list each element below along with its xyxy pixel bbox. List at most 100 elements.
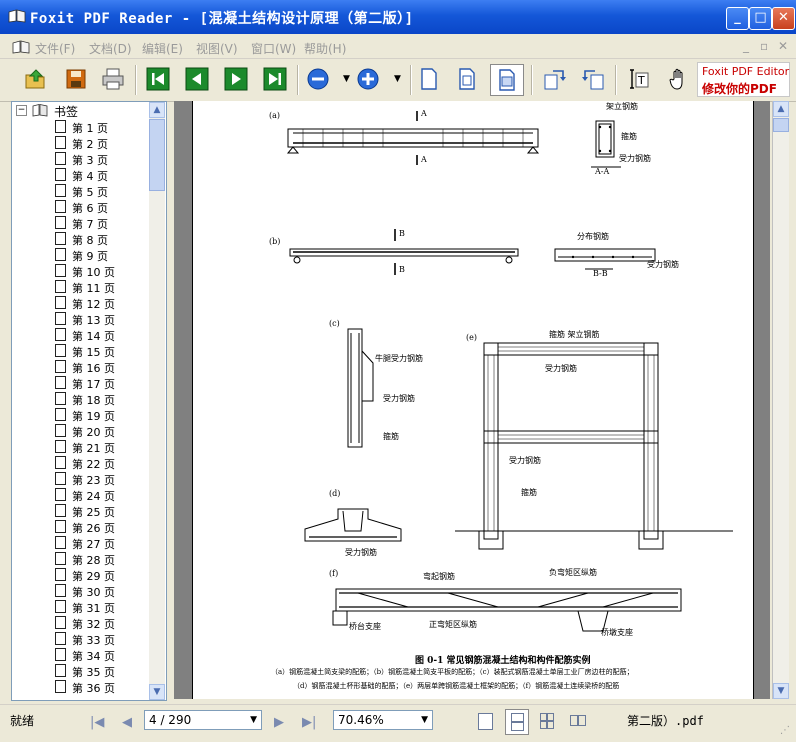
bookmark-root-label[interactable]: 书签 <box>54 103 78 120</box>
doc-minimize-button[interactable]: _ <box>743 39 749 53</box>
bookmark-item[interactable]: 第 36 页 <box>12 679 152 695</box>
foxit-editor-promo[interactable]: Foxit PDF Editor 修改你的PDF <box>697 62 790 97</box>
bookmark-item[interactable]: 第 25 页 <box>12 503 152 519</box>
bookmark-item[interactable]: 第 6 页 <box>12 199 152 215</box>
zoom-out-icon[interactable] <box>306 67 330 91</box>
scroll-down-icon[interactable]: ▼ <box>773 683 789 699</box>
bookmark-item[interactable]: 第 34 页 <box>12 647 152 663</box>
rotate-clockwise-icon[interactable] <box>543 67 567 91</box>
zoom-in-icon[interactable] <box>356 67 380 91</box>
pdf-page[interactable]: (a) A A 架立钢筋 箍筋 受力钢筋 A-A (b) B B 分布钢筋 受力… <box>192 101 754 699</box>
bookmarks-scrollbar[interactable]: ▲ ▼ <box>149 102 165 700</box>
page-number-field[interactable]: 4 / 290 ▼ <box>144 710 262 730</box>
menu-edit[interactable]: 编辑(E) <box>142 40 183 57</box>
bookmark-item[interactable]: 第 15 页 <box>12 343 152 359</box>
bookmark-item[interactable]: 第 12 页 <box>12 295 152 311</box>
bookmark-item[interactable]: 第 3 页 <box>12 151 152 167</box>
bookmark-item[interactable]: 第 35 页 <box>12 663 152 679</box>
open-folder-icon[interactable] <box>24 67 48 91</box>
scroll-thumb[interactable] <box>149 119 165 191</box>
bookmark-item[interactable]: 第 19 页 <box>12 407 152 423</box>
next-page-status-icon[interactable]: ▶ <box>274 715 284 730</box>
rotate-counterclockwise-icon[interactable] <box>581 67 605 91</box>
resize-grip-icon[interactable]: ⋰ <box>780 725 790 736</box>
page-icon <box>55 456 66 469</box>
menu-window[interactable]: 窗口(W) <box>251 40 296 57</box>
bookmark-item[interactable]: 第 11 页 <box>12 279 152 295</box>
hand-tool-icon[interactable] <box>667 67 691 91</box>
bookmark-item[interactable]: 第 29 页 <box>12 567 152 583</box>
prev-page-status-icon[interactable]: ◀ <box>122 715 132 730</box>
print-icon[interactable] <box>101 67 125 91</box>
continuous-page-button[interactable] <box>505 709 529 735</box>
save-icon[interactable] <box>64 67 88 91</box>
bookmark-item[interactable]: 第 27 页 <box>12 535 152 551</box>
title-bar[interactable]: Foxit PDF Reader - [混凝土结构设计原理（第二版）] _ □ … <box>0 0 796 34</box>
bookmark-item[interactable]: 第 32 页 <box>12 615 152 631</box>
bookmark-item[interactable]: 第 28 页 <box>12 551 152 567</box>
bookmark-item[interactable]: 第 31 页 <box>12 599 152 615</box>
bookmark-item[interactable]: 第 17 页 <box>12 375 152 391</box>
bookmark-item[interactable]: 第 24 页 <box>12 487 152 503</box>
bookmark-item[interactable]: 第 5 页 <box>12 183 152 199</box>
bookmark-item[interactable]: 第 30 页 <box>12 583 152 599</box>
bookmark-item[interactable]: 第 8 页 <box>12 231 152 247</box>
svg-text:T: T <box>637 74 645 87</box>
bookmark-item[interactable]: 第 22 页 <box>12 455 152 471</box>
previous-page-icon[interactable] <box>185 67 209 91</box>
actual-size-icon[interactable] <box>417 67 441 91</box>
zoom-dropdown-icon[interactable]: ▼ <box>421 711 428 729</box>
minimize-button[interactable]: _ <box>726 7 749 30</box>
scroll-up-icon[interactable]: ▲ <box>773 101 789 117</box>
bookmark-item[interactable]: 第 16 页 <box>12 359 152 375</box>
facing-pages-icon[interactable] <box>540 713 554 729</box>
promo-line-2: 修改你的PDF <box>702 82 777 96</box>
page-number-value: 4 / 290 <box>149 713 192 727</box>
page-dropdown-icon[interactable]: ▼ <box>250 711 257 729</box>
zoom-in-dropdown-icon[interactable]: ▼ <box>394 74 401 84</box>
single-page-icon[interactable] <box>478 713 493 730</box>
bookmark-item[interactable]: 第 4 页 <box>12 167 152 183</box>
fig-f-2: 负弯矩区纵筋 <box>549 568 597 577</box>
scroll-up-icon[interactable]: ▲ <box>149 102 165 118</box>
bookmark-item[interactable]: 第 2 页 <box>12 135 152 151</box>
scroll-thumb[interactable] <box>773 118 789 132</box>
bookmark-item[interactable]: 第 13 页 <box>12 311 152 327</box>
close-button[interactable]: ✕ <box>772 7 795 30</box>
doc-close-button[interactable]: ✕ <box>778 39 788 53</box>
document-area[interactable]: (a) A A 架立钢筋 箍筋 受力钢筋 A-A (b) B B 分布钢筋 受力… <box>174 101 770 699</box>
bookmark-item[interactable]: 第 18 页 <box>12 391 152 407</box>
last-page-status-icon[interactable]: ▶| <box>302 715 316 730</box>
maximize-button[interactable]: □ <box>749 7 772 30</box>
bookmark-item[interactable]: 第 7 页 <box>12 215 152 231</box>
first-page-icon[interactable] <box>146 67 170 91</box>
zoom-out-dropdown-icon[interactable]: ▼ <box>343 74 350 84</box>
doc-restore-button[interactable]: ▫ <box>760 39 768 53</box>
bookmark-item[interactable]: 第 23 页 <box>12 471 152 487</box>
menu-help[interactable]: 帮助(H) <box>304 40 346 57</box>
bookmark-item[interactable]: 第 21 页 <box>12 439 152 455</box>
fit-width-button[interactable] <box>490 64 524 96</box>
fit-page-icon[interactable] <box>455 67 479 91</box>
menu-view[interactable]: 视图(V) <box>196 40 238 57</box>
last-page-icon[interactable] <box>263 67 287 91</box>
bookmark-item[interactable]: 第 14 页 <box>12 327 152 343</box>
bookmark-root-icon <box>32 104 48 117</box>
scroll-down-icon[interactable]: ▼ <box>149 684 165 700</box>
bookmark-item[interactable]: 第 1 页 <box>12 119 152 135</box>
bookmark-item[interactable]: 第 33 页 <box>12 631 152 647</box>
next-page-icon[interactable] <box>224 67 248 91</box>
bookmark-item[interactable]: 第 26 页 <box>12 519 152 535</box>
bookmark-item[interactable]: 第 9 页 <box>12 247 152 263</box>
bookmark-item[interactable]: 第 20 页 <box>12 423 152 439</box>
bookmark-item[interactable]: 第 10 页 <box>12 263 152 279</box>
continuous-facing-icon[interactable] <box>570 715 586 726</box>
bookmark-label: 第 5 页 <box>72 186 108 199</box>
menu-file[interactable]: 文件(F) <box>35 40 75 57</box>
document-scrollbar[interactable]: ▲ ▼ <box>772 101 789 699</box>
zoom-field[interactable]: 70.46% ▼ <box>333 710 433 730</box>
select-text-icon[interactable]: T <box>626 67 650 91</box>
first-page-status-icon[interactable]: |◀ <box>90 715 104 730</box>
menu-document[interactable]: 文档(D) <box>89 40 132 57</box>
tree-collapse-toggle[interactable]: − <box>16 105 27 116</box>
